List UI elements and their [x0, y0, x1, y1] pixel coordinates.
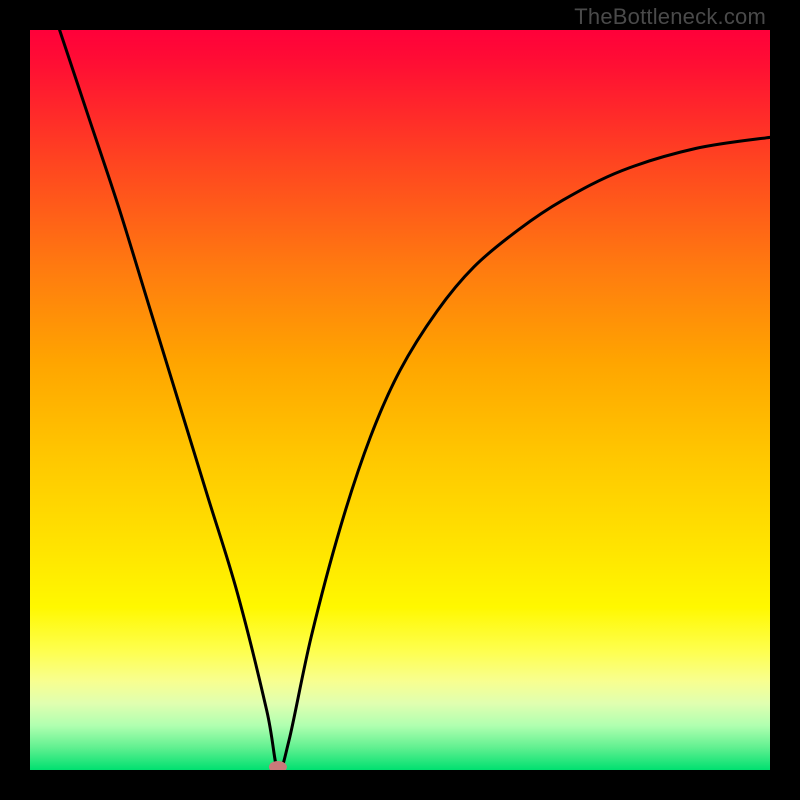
chart-frame: TheBottleneck.com — [0, 0, 800, 800]
plot-area — [30, 30, 770, 770]
curve-line — [60, 30, 770, 770]
bottleneck-curve — [30, 30, 770, 770]
watermark-text: TheBottleneck.com — [574, 4, 766, 30]
